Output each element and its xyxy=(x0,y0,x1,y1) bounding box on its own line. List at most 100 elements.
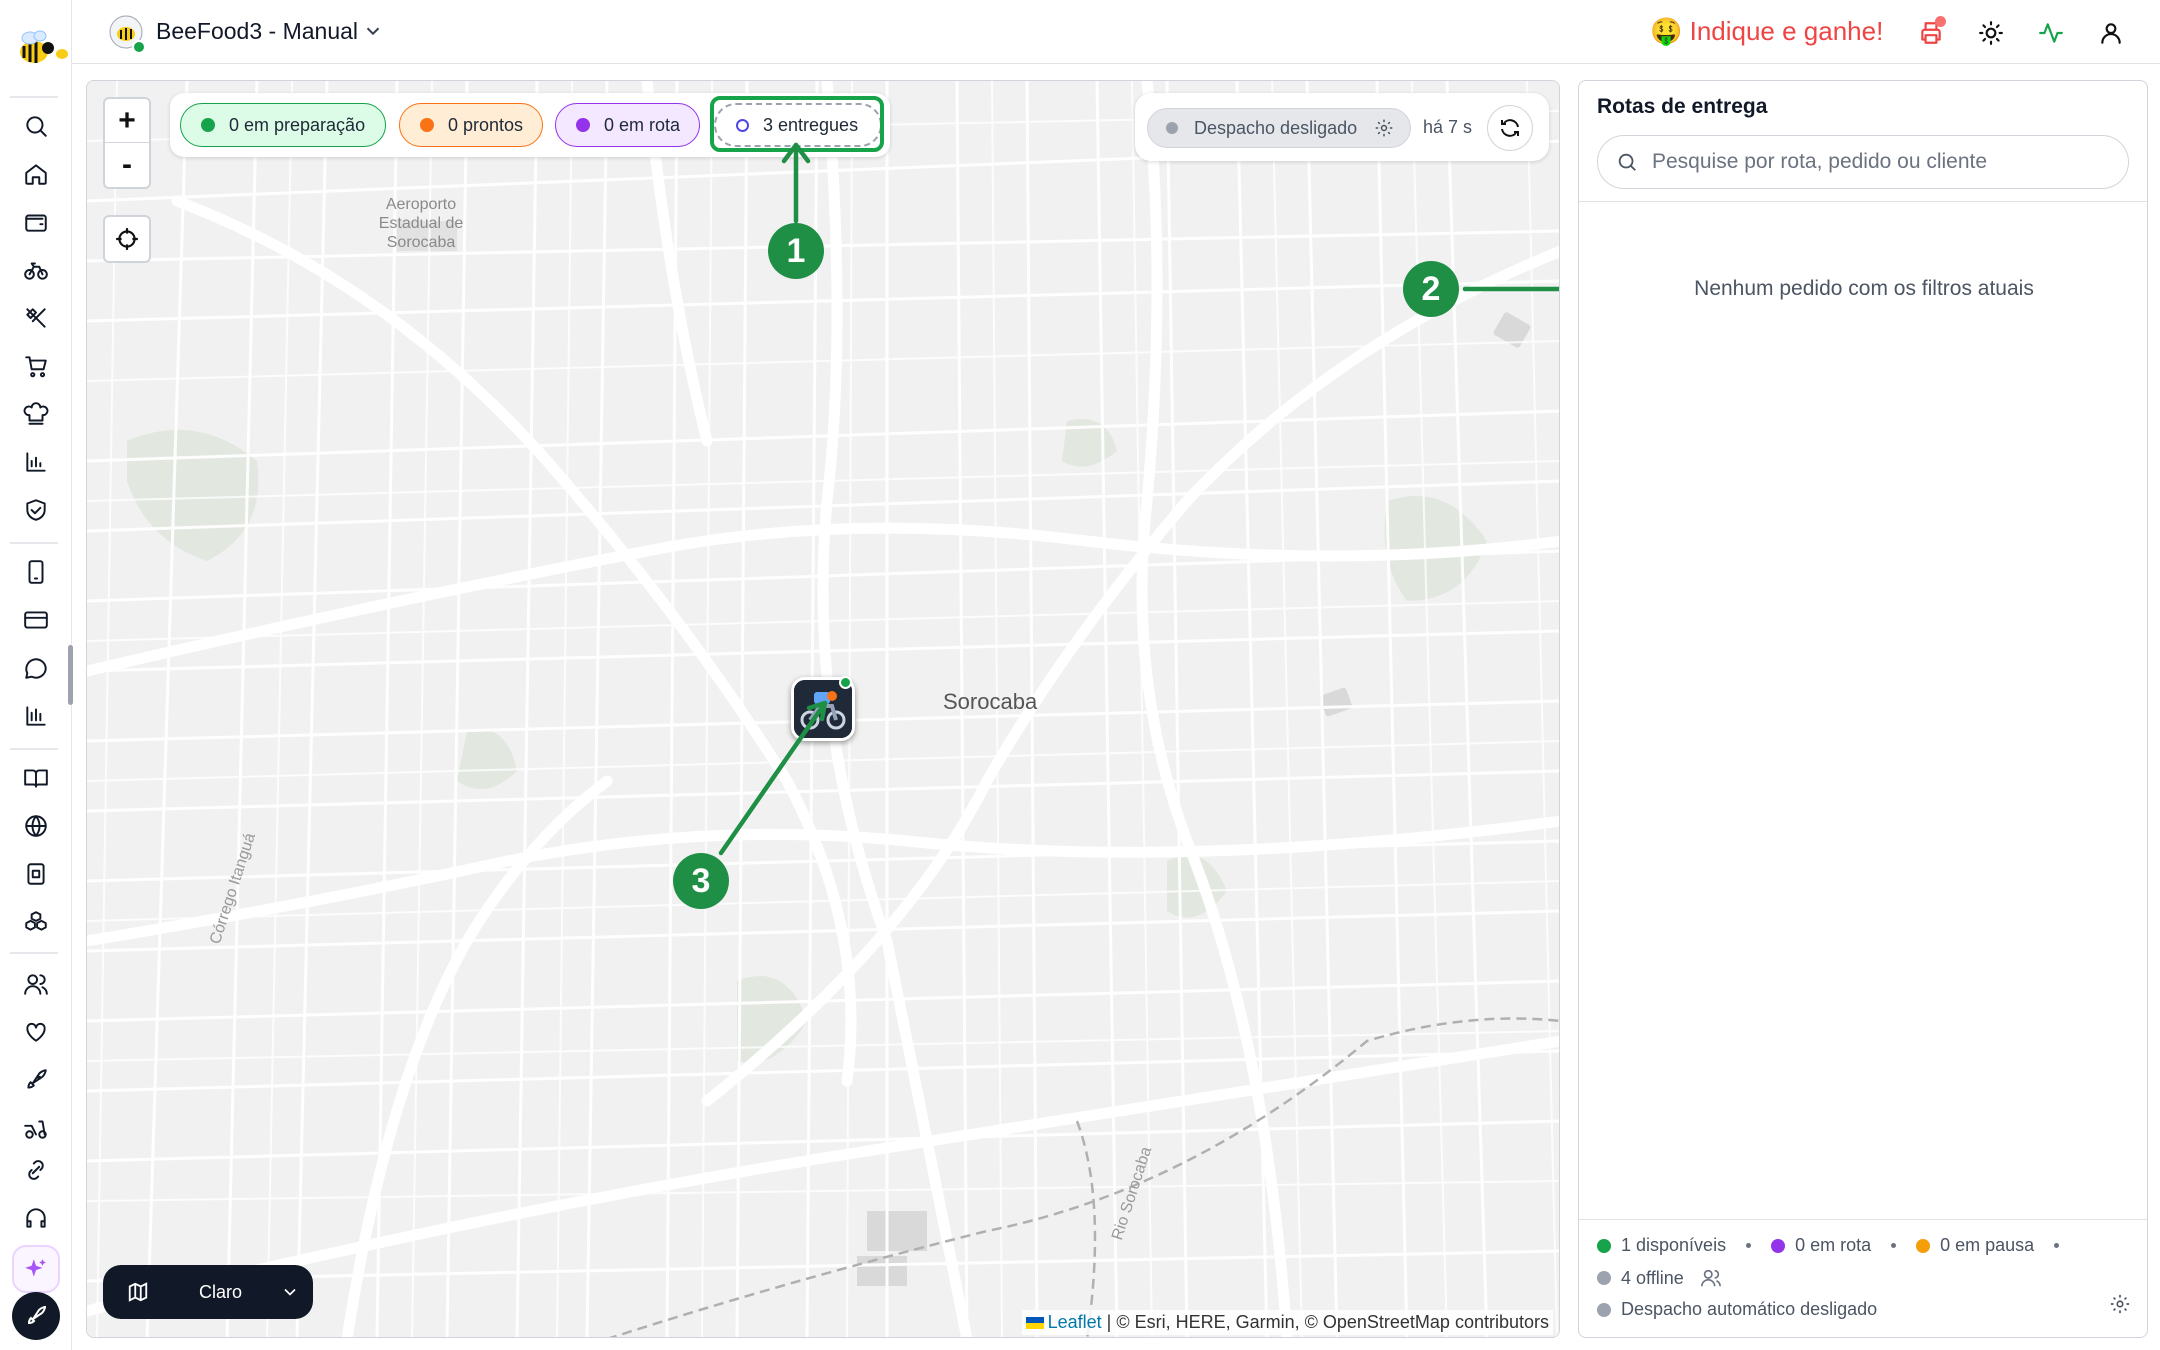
activity-icon[interactable] xyxy=(2034,16,2068,50)
auto-dispatch-row: Despacho automático desligado xyxy=(1597,1299,1877,1320)
tablet-icon[interactable] xyxy=(16,854,56,894)
search-icon[interactable] xyxy=(16,106,56,146)
annotation-badge-3: 3 xyxy=(673,853,729,909)
map-attribution: Leaflet | © Esri, HERE, Garmin, © OpenSt… xyxy=(1021,1310,1553,1335)
dispatch-status-bar: Despacho desligado há 7 s xyxy=(1135,93,1549,161)
heart-icon[interactable] xyxy=(16,1012,56,1052)
auto-dispatch-status: Despacho automático desligado xyxy=(1621,1299,1878,1319)
status-dot xyxy=(1771,1238,1786,1253)
status-dot xyxy=(1166,122,1178,134)
filter-in-route[interactable]: 0 em rota xyxy=(555,103,700,147)
map-icon xyxy=(128,1282,148,1302)
crosshair-icon[interactable] xyxy=(103,215,151,263)
scooter-icon[interactable] xyxy=(16,1108,56,1148)
wallet-icon[interactable] xyxy=(16,202,56,242)
airport-label: Aeroporto Estadual de Sorocaba xyxy=(371,195,471,252)
gear-icon[interactable] xyxy=(1374,118,1394,138)
gear-icon[interactable] xyxy=(2109,1293,2131,1315)
chevron-down-icon[interactable] xyxy=(362,20,384,42)
zoom-out-button[interactable]: - xyxy=(105,143,149,187)
panel-divider xyxy=(1579,201,2147,202)
annotation-badge-2: 2 xyxy=(1403,261,1459,317)
attribution-text: | © Esri, HERE, Garmin, © OpenStreetMap … xyxy=(1101,1312,1549,1332)
annotation-highlight-box xyxy=(710,96,884,152)
status-dot xyxy=(420,118,434,132)
delivery-map[interactable]: Aeroporto Estadual de Sorocaba Sorocaba … xyxy=(86,80,1560,1338)
search-icon xyxy=(1618,153,1636,171)
courier-online-indicator xyxy=(839,676,852,689)
panel-divider xyxy=(1579,1219,2147,1220)
annotation-badge-1: 1 xyxy=(768,223,824,279)
separator-dot xyxy=(1891,1243,1897,1248)
refresh-icon xyxy=(1501,119,1519,137)
dispatch-label: Despacho desligado xyxy=(1194,117,1358,138)
filter-ready[interactable]: 0 prontos xyxy=(399,103,543,147)
stat-available: 1 disponíveis xyxy=(1621,1235,1727,1255)
status-dot xyxy=(1597,1238,1611,1253)
leaflet-link[interactable]: Leaflet xyxy=(1048,1312,1102,1332)
app-root: BeeFood3 - Manual 🤑 Indique e ganhe! Aer… xyxy=(0,0,2160,1350)
stat-paused: 0 em pausa xyxy=(1940,1235,2035,1255)
sidebar xyxy=(0,0,73,1350)
empty-state-message: Nenhum pedido com os filtros atuais xyxy=(1694,277,2034,300)
route-search xyxy=(1597,135,2129,189)
status-dot xyxy=(201,118,215,132)
map-style-selector[interactable]: Claro xyxy=(103,1265,313,1319)
sun-icon[interactable] xyxy=(1974,16,2008,50)
phone-icon[interactable] xyxy=(16,552,56,592)
status-dot xyxy=(576,118,590,132)
status-dot xyxy=(1597,1271,1611,1285)
book-icon[interactable] xyxy=(16,758,56,798)
route-search-input[interactable] xyxy=(1652,150,2112,174)
airport-label-line: Aeroporto xyxy=(385,196,457,213)
separator-dot xyxy=(2054,1243,2060,1248)
status-dot xyxy=(1597,1302,1611,1317)
sidebar-divider xyxy=(10,952,58,954)
bike-icon[interactable] xyxy=(16,250,56,290)
sidebar-divider xyxy=(10,748,58,750)
ukraine-flag-icon xyxy=(1025,1317,1044,1329)
filter-ready-label: 0 prontos xyxy=(448,114,524,135)
refresh-button[interactable] xyxy=(1487,105,1533,151)
sparkles-icon[interactable] xyxy=(12,1245,60,1293)
printer-alert-dot xyxy=(1935,16,1946,27)
sidebar-divider xyxy=(10,542,58,544)
zoom-control: + - xyxy=(103,97,151,189)
printer-icon[interactable] xyxy=(1914,16,1948,50)
credit-card-icon[interactable] xyxy=(16,600,56,640)
cart-icon[interactable] xyxy=(16,346,56,386)
stat-offline: 4 offline xyxy=(1621,1267,1684,1288)
sidebar-scrollbar[interactable] xyxy=(68,645,73,705)
beefood-logo[interactable] xyxy=(12,24,72,76)
user-icon[interactable] xyxy=(2094,16,2128,50)
launch-rocket-icon[interactable] xyxy=(12,1292,60,1340)
dispatch-toggle[interactable]: Despacho desligado xyxy=(1147,108,1411,148)
store-selector-label[interactable]: BeeFood3 - Manual xyxy=(156,18,358,45)
zoom-in-button[interactable]: + xyxy=(105,99,149,143)
shield-check-icon[interactable] xyxy=(16,490,56,530)
top-header: BeeFood3 - Manual 🤑 Indique e ganhe! xyxy=(72,0,2160,64)
globe-icon[interactable] xyxy=(16,806,56,846)
courier-offline-row: 4 offline xyxy=(1597,1267,1722,1289)
bar-chart-icon[interactable] xyxy=(16,442,56,482)
filter-preparing-label: 0 em preparação xyxy=(229,114,366,135)
chevron-down-icon xyxy=(284,1288,296,1296)
utensils-icon[interactable] xyxy=(16,298,56,338)
users-icon[interactable] xyxy=(16,964,56,1004)
home-icon[interactable] xyxy=(16,154,56,194)
delivery-routes-panel: Rotas de entrega Nenhum pedido com os fi… xyxy=(1578,80,2148,1338)
users-icon[interactable] xyxy=(1700,1267,1722,1289)
status-dot xyxy=(1916,1238,1931,1253)
last-update-time: há 7 s xyxy=(1423,117,1473,137)
chart-icon[interactable] xyxy=(16,696,56,736)
filter-preparing[interactable]: 0 em preparação xyxy=(180,103,386,147)
rocket-icon[interactable] xyxy=(16,1060,56,1100)
chef-hat-icon[interactable] xyxy=(16,394,56,434)
sidebar-divider xyxy=(10,96,58,98)
chat-icon[interactable] xyxy=(16,648,56,688)
boxes-icon[interactable] xyxy=(16,902,56,942)
refer-link[interactable]: 🤑 Indique e ganhe! xyxy=(1650,16,1883,47)
link-icon[interactable] xyxy=(16,1150,56,1190)
headset-icon[interactable] xyxy=(16,1198,56,1238)
map-style-label: Claro xyxy=(199,1281,243,1302)
